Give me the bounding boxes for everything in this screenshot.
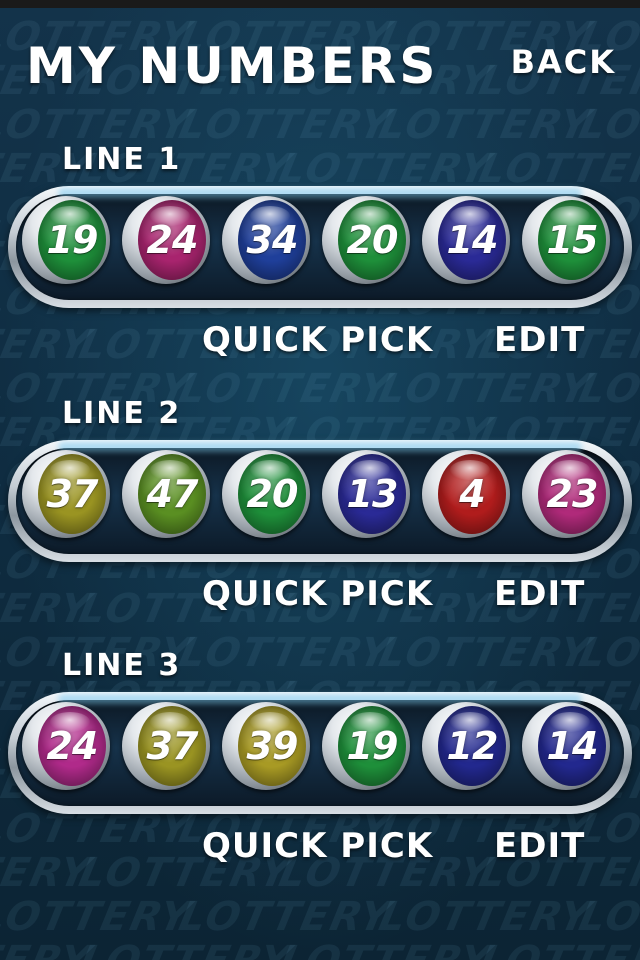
ball-number: 14: [446, 218, 499, 262]
lottery-ball: 39: [222, 702, 310, 790]
lottery-watermark-text: LOTTERY: [575, 102, 640, 148]
quick-pick-button[interactable]: QUICK PICK: [202, 826, 433, 866]
ball-number: 34: [246, 218, 299, 262]
ball-number: 19: [46, 218, 99, 262]
lottery-ball: 37: [22, 450, 110, 538]
quick-pick-button[interactable]: QUICK PICK: [202, 574, 433, 614]
lottery-watermark-text: LOTTERY: [0, 938, 96, 960]
ball-number: 19: [346, 724, 399, 768]
ball-color-band: 19: [38, 200, 106, 280]
ball-number: 47: [146, 472, 199, 516]
edit-button[interactable]: EDIT: [494, 574, 585, 614]
ball-number: 24: [46, 724, 99, 768]
lottery-ball: 19: [322, 702, 410, 790]
lottery-ball: 19: [22, 196, 110, 284]
ball-tray: 37 47 20 13 4 23: [8, 440, 632, 562]
my-numbers-screen: LOTTERY LOTTERY LOTTERY LOTTERY LOTTERY LOTTE…: [0, 0, 640, 960]
ball-color-band: 14: [438, 200, 506, 280]
tray-highlight: [58, 188, 582, 198]
status-bar: [0, 0, 640, 8]
lottery-ball: 37: [122, 702, 210, 790]
ball-color-band: 19: [338, 706, 406, 786]
lottery-ball: 14: [422, 196, 510, 284]
lottery-ball: 20: [322, 196, 410, 284]
ball-color-band: 24: [138, 200, 206, 280]
lottery-watermark-text: LOTTERY: [175, 366, 396, 412]
ball-color-band: 37: [38, 454, 106, 534]
ball-tray: 24 37 39 19 12 14: [8, 692, 632, 814]
ball-color-band: 12: [438, 706, 506, 786]
ball-number: 37: [46, 472, 99, 516]
lottery-ball: 14: [522, 702, 610, 790]
line-actions: QUICK PICK EDIT: [0, 320, 640, 360]
ball-color-band: 15: [538, 200, 606, 280]
ball-color-band: 14: [538, 706, 606, 786]
lottery-watermark-text: LOTTERY: [575, 630, 640, 676]
lottery-ball: 34: [222, 196, 310, 284]
back-button[interactable]: BACK: [511, 42, 616, 82]
ball-number: 4: [459, 472, 485, 516]
ball-number: 20: [346, 218, 399, 262]
page-title: MY NUMBERS: [26, 37, 439, 95]
ball-color-band: 23: [538, 454, 606, 534]
tray-highlight: [58, 694, 582, 704]
ball-color-band: 13: [338, 454, 406, 534]
lottery-ball: 24: [122, 196, 210, 284]
lottery-ball: 20: [222, 450, 310, 538]
line-label: LINE 2: [62, 396, 182, 431]
ball-color-band: 37: [138, 706, 206, 786]
lottery-ball: 15: [522, 196, 610, 284]
ball-tray: 19 24 34 20 14 15: [8, 186, 632, 308]
ball-number: 20: [246, 472, 299, 516]
ball-color-band: 20: [238, 454, 306, 534]
edit-button[interactable]: EDIT: [494, 826, 585, 866]
line-actions: QUICK PICK EDIT: [0, 574, 640, 614]
ball-number: 23: [546, 472, 599, 516]
ball-number: 37: [146, 724, 199, 768]
lottery-watermark-text: LOTTERY: [175, 630, 396, 676]
ball-color-band: 24: [38, 706, 106, 786]
lottery-watermark-text: LOTTERY: [375, 102, 596, 148]
lottery-watermark-text: LOTTERY: [375, 630, 596, 676]
lottery-ball: 12: [422, 702, 510, 790]
ball-number: 24: [146, 218, 199, 262]
lottery-watermark-text: LOTTERY: [575, 366, 640, 412]
ball-color-band: 39: [238, 706, 306, 786]
lottery-watermark-text: LOTTERY: [375, 366, 596, 412]
line-label: LINE 1: [62, 142, 182, 177]
line-actions: QUICK PICK EDIT: [0, 826, 640, 866]
ball-number: 14: [546, 724, 599, 768]
tray-highlight: [58, 442, 582, 452]
lottery-ball: 13: [322, 450, 410, 538]
ball-number: 12: [446, 724, 499, 768]
lottery-ball: 4: [422, 450, 510, 538]
lottery-ball: 24: [22, 702, 110, 790]
lottery-ball: 47: [122, 450, 210, 538]
ball-color-band: 47: [138, 454, 206, 534]
ball-number: 13: [346, 472, 399, 516]
lottery-watermark-text: LOTTERY: [375, 894, 596, 940]
lottery-watermark-text: LOTTERY: [575, 894, 640, 940]
ball-number: 39: [246, 724, 299, 768]
lottery-watermark-text: LOTTERY: [175, 102, 396, 148]
ball-color-band: 34: [238, 200, 306, 280]
line-label: LINE 3: [62, 648, 182, 683]
edit-button[interactable]: EDIT: [494, 320, 585, 360]
quick-pick-button[interactable]: QUICK PICK: [202, 320, 433, 360]
lottery-ball: 23: [522, 450, 610, 538]
lottery-watermark-text: LOTTERY: [75, 938, 296, 960]
lottery-watermark-text: LOTTERY: [275, 938, 496, 960]
lottery-watermark-text: LOTTERY: [175, 894, 396, 940]
lottery-watermark-text: LOTTERY: [0, 894, 196, 940]
ball-color-band: 4: [438, 454, 506, 534]
lottery-watermark-text: LOTTERY: [475, 938, 640, 960]
ball-color-band: 20: [338, 200, 406, 280]
ball-number: 15: [546, 218, 599, 262]
